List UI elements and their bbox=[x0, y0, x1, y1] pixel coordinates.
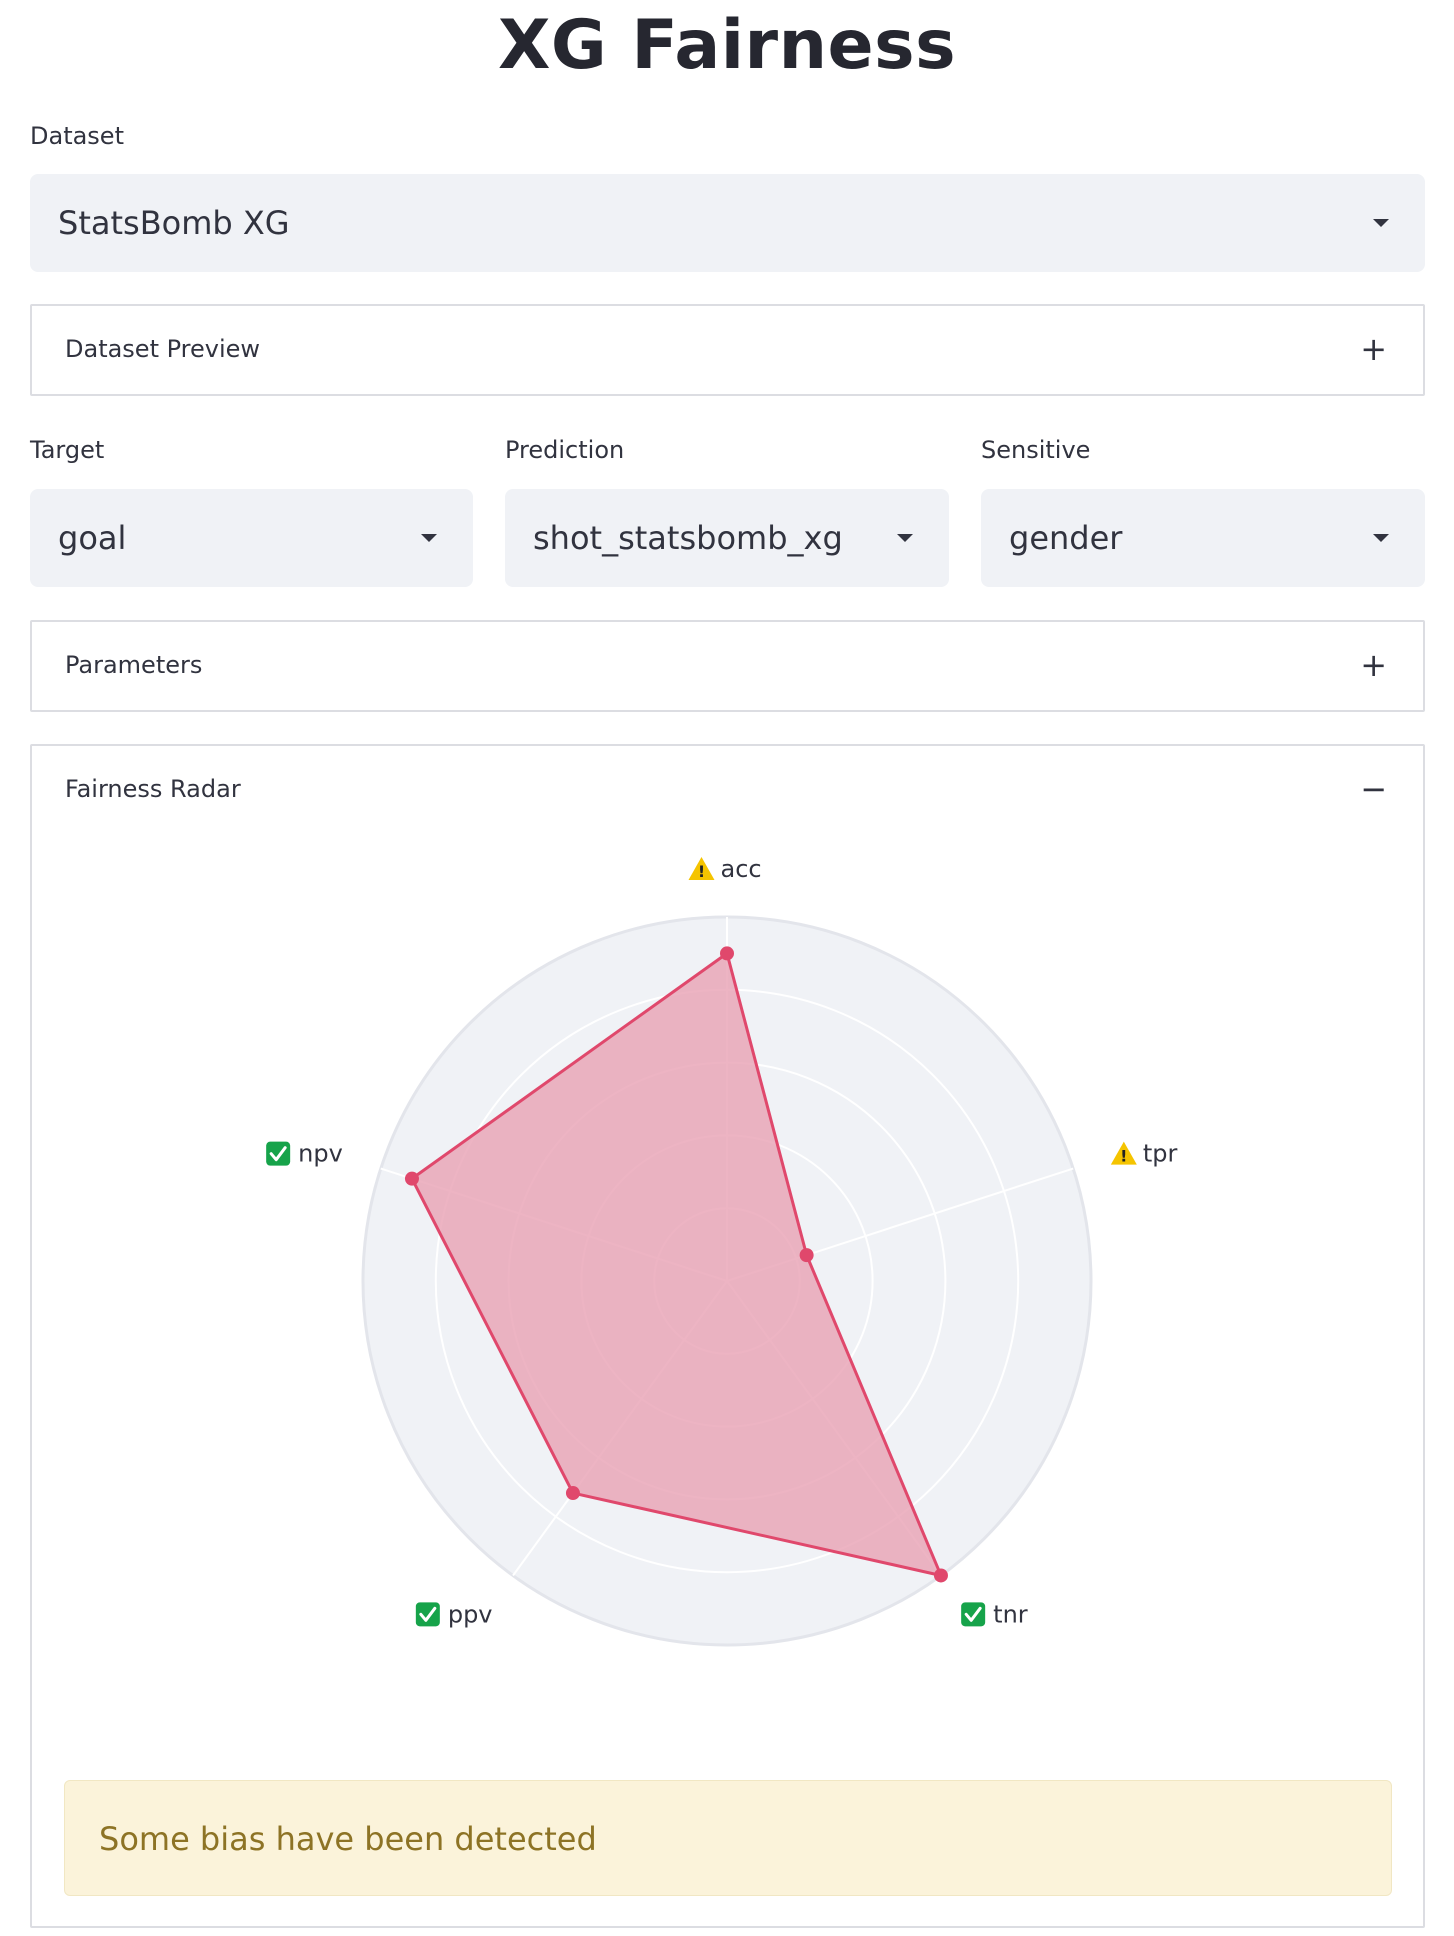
axis-label-npv: npv bbox=[266, 1140, 343, 1168]
fairness-radar-chart: ! acc! tpr tnr ppv npv bbox=[266, 855, 1178, 1647]
data-point-tnr bbox=[933, 1568, 948, 1583]
svg-text:!: ! bbox=[1120, 1147, 1127, 1166]
bias-alert-message: Some bias have been detected bbox=[99, 1820, 597, 1858]
axis-label-tpr: ! tpr bbox=[1110, 1140, 1178, 1168]
svg-text:tnr: tnr bbox=[993, 1600, 1028, 1628]
svg-text:npv: npv bbox=[298, 1140, 343, 1168]
data-point-ppv bbox=[565, 1486, 580, 1501]
svg-text:ppv: ppv bbox=[448, 1600, 493, 1628]
data-point-tpr bbox=[799, 1248, 814, 1263]
axis-label-ppv: ppv bbox=[415, 1600, 493, 1628]
svg-text:tpr: tpr bbox=[1143, 1140, 1178, 1168]
axis-label-acc: ! acc bbox=[688, 855, 762, 883]
data-point-npv bbox=[404, 1171, 419, 1186]
svg-text:!: ! bbox=[698, 862, 705, 881]
data-point-acc bbox=[720, 946, 734, 961]
svg-text:acc: acc bbox=[721, 855, 762, 883]
bias-alert: Some bias have been detected bbox=[64, 1780, 1392, 1896]
axis-label-tnr: tnr bbox=[961, 1600, 1028, 1628]
